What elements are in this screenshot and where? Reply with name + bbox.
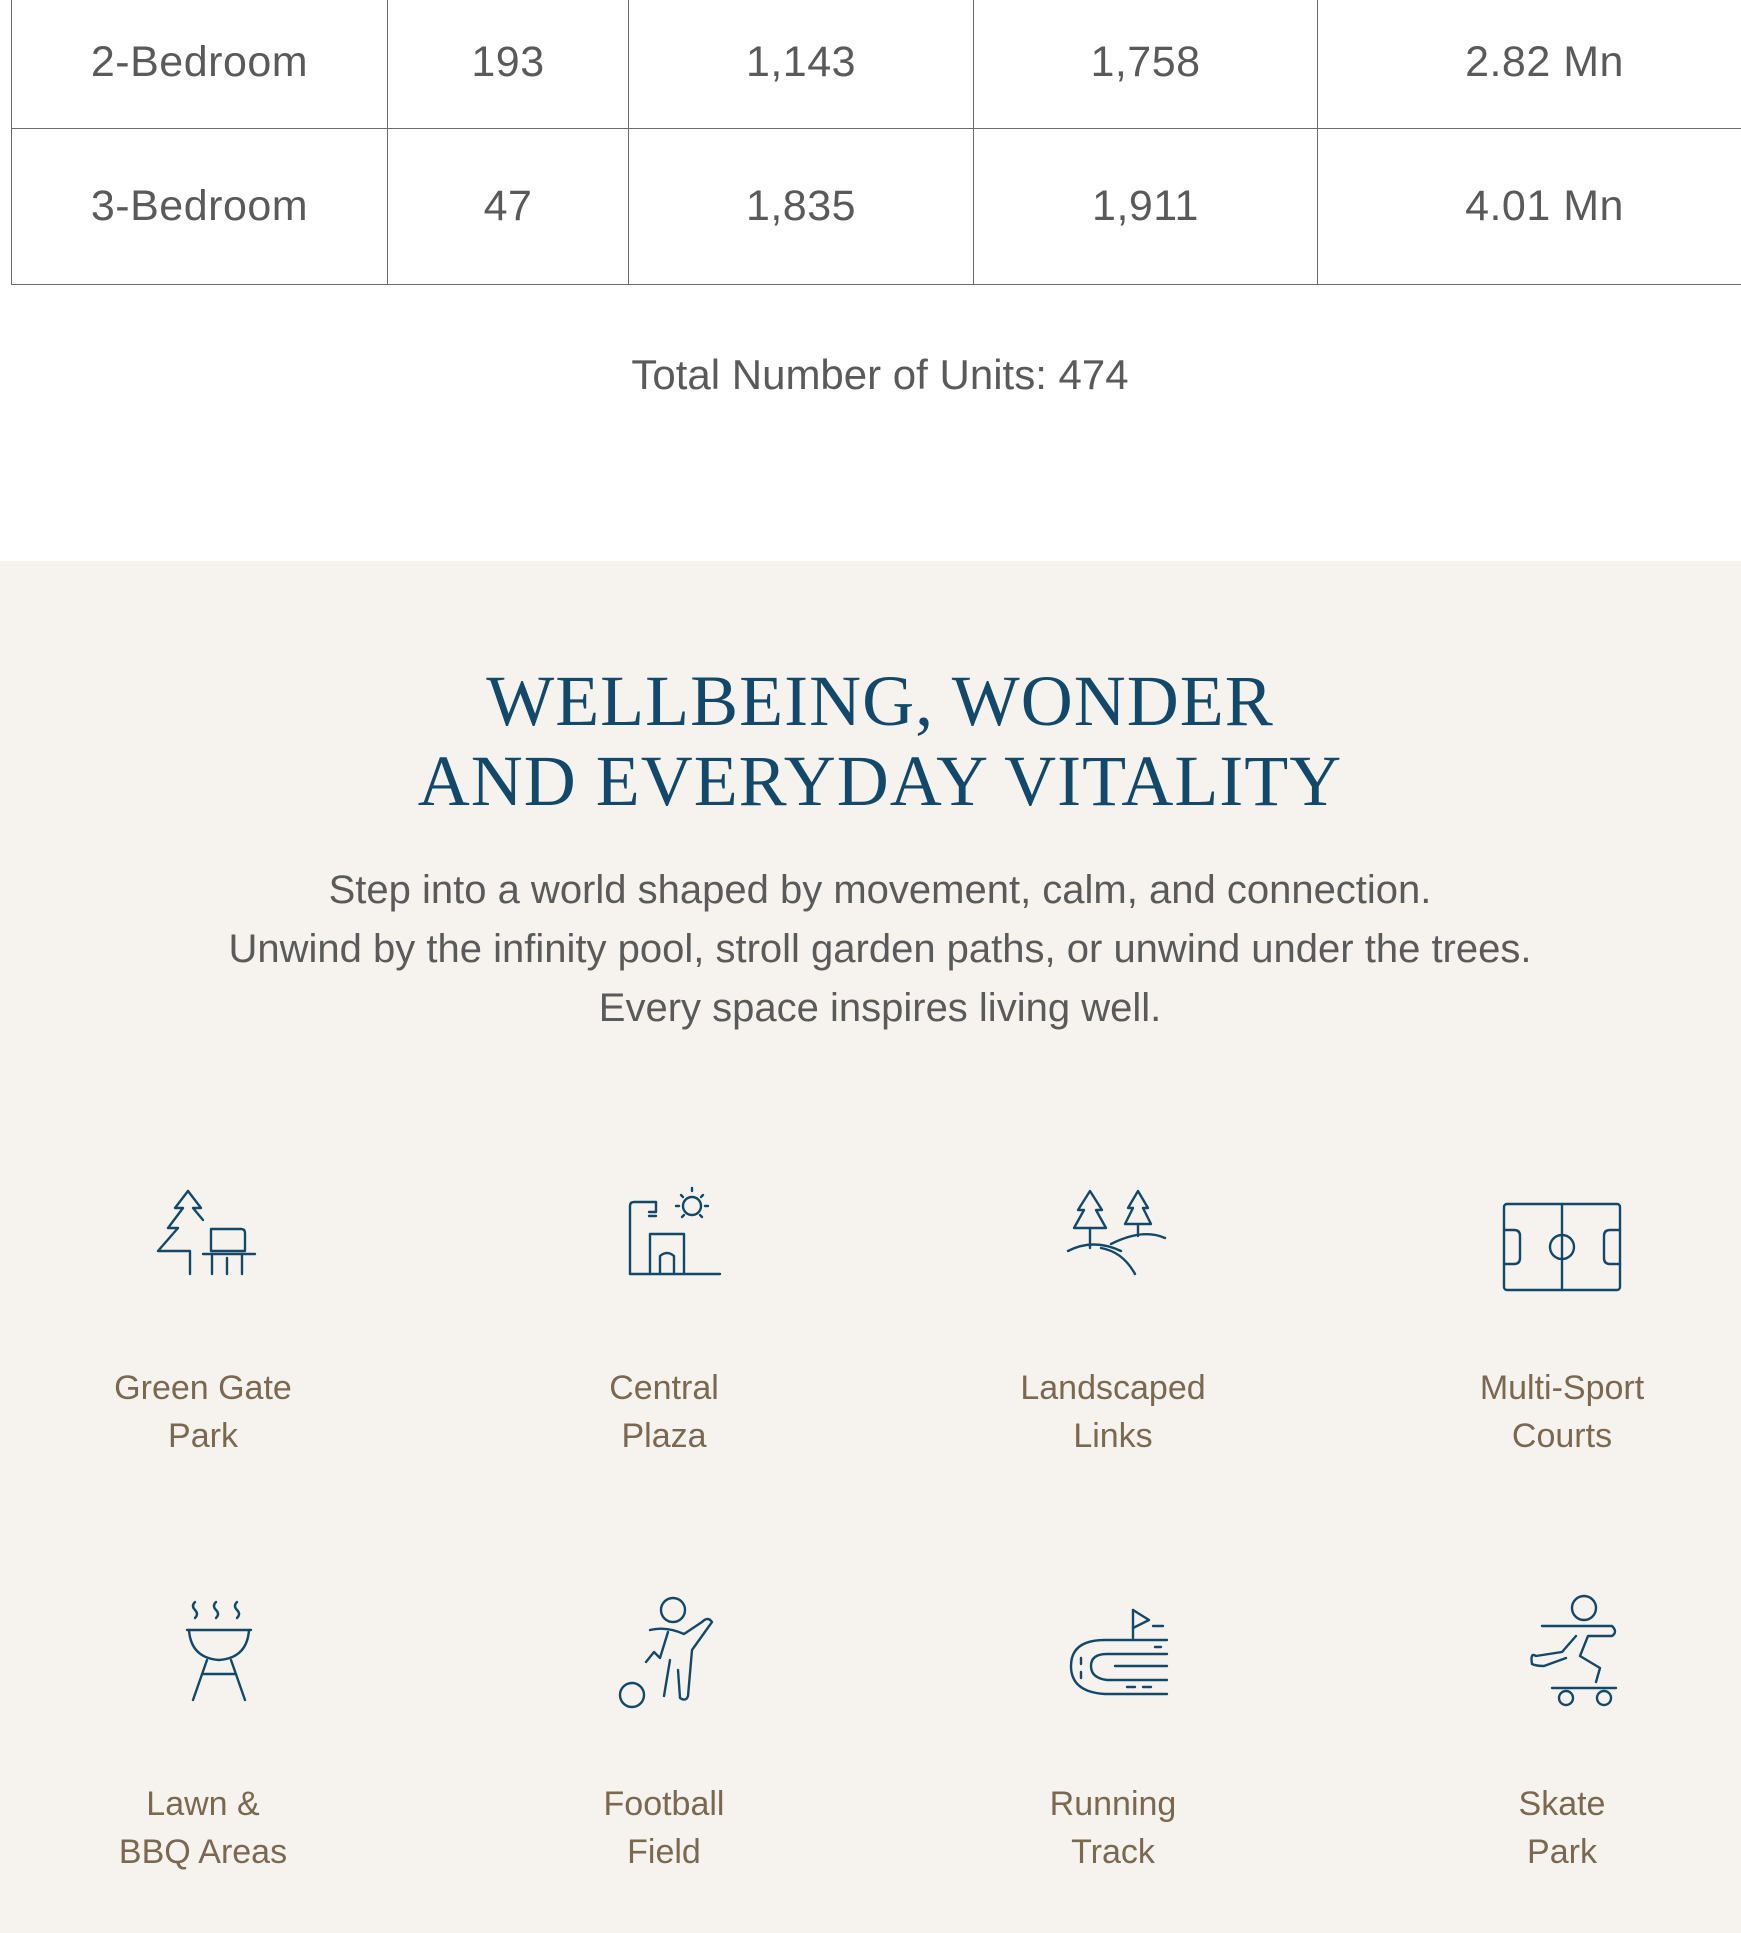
amenity-running-track: Running Track [963,1592,1263,1876]
amenity-label: Running Track [963,1780,1263,1876]
amenity-label-line: Lawn & [146,1785,260,1823]
skateboarder-icon [1492,1592,1632,1732]
amenities-section: WELLBEING, WONDER AND EVERYDAY VITALITY … [0,561,1741,1933]
table-row: 2-Bedroom 193 1,143 1,758 2.82 Mn [11,0,1741,129]
amenity-label: Lawn & BBQ Areas [53,1780,353,1876]
amenity-label-line: Skate [1518,1785,1606,1823]
section-intro: Step into a world shaped by movement, ca… [0,861,1741,1038]
amenity-lawn-bbq-areas: Lawn & BBQ Areas [53,1592,353,1876]
amenity-label-line: BBQ Areas [118,1833,288,1871]
table-row: 3-Bedroom 47 1,835 1,911 4.01 Mn [11,128,1741,285]
intro-line: Step into a world shaped by movement, ca… [328,868,1432,912]
amenity-label-line: Field [627,1833,701,1871]
price-cell: 4.01 Mn [1317,128,1741,285]
total-units-text: Total Number of Units: 474 [631,351,1129,398]
amenity-label-line: Green Gate [114,1369,292,1407]
amenity-label: Landscaped Links [963,1364,1263,1460]
section-title: WELLBEING, WONDER AND EVERYDAY VITALITY [0,661,1741,821]
amenity-label-line: Park [168,1417,238,1455]
football-player-icon [594,1592,734,1732]
amenity-label-line: Park [1527,1833,1597,1871]
max-size-cell: 1,758 [973,0,1318,129]
amenity-label-line: Central [609,1369,719,1407]
unit-type-cell: 2-Bedroom [11,0,388,129]
unit-table: 2-Bedroom 193 1,143 1,758 2.82 Mn 3-Bedr… [11,0,1741,285]
amenity-label-line: Track [1071,1833,1155,1871]
amenity-central-plaza: Central Plaza [514,1176,814,1460]
min-size-cell: 1,143 [628,0,974,129]
amenity-label-line: Multi-Sport [1479,1369,1645,1407]
amenity-label: Skate Park [1412,1780,1712,1876]
amenity-label-line: Landscaped [1020,1369,1206,1407]
amenity-label-line: Links [1073,1417,1153,1455]
amenity-label-line: Football [603,1785,725,1823]
amenity-label-line: Plaza [621,1417,707,1455]
amenity-skate-park: Skate Park [1412,1592,1712,1876]
amenity-multi-sport-courts: Multi-Sport Courts [1412,1176,1712,1460]
sport-court-icon [1492,1176,1632,1316]
bbq-grill-icon [133,1592,273,1732]
amenity-label: Football Field [514,1780,814,1876]
section-title-line: AND EVERYDAY VITALITY [417,741,1343,821]
min-size-cell: 1,835 [628,128,974,285]
unit-count-cell: 193 [387,0,629,129]
amenity-label: Multi-Sport Courts [1412,1364,1712,1460]
price-cell: 2.82 Mn [1317,0,1741,129]
amenity-label: Green Gate Park [53,1364,353,1460]
running-track-icon [1043,1592,1183,1732]
park-bench-icon [133,1176,273,1316]
max-size-cell: 1,911 [973,128,1318,285]
unit-count-cell: 47 [387,128,629,285]
unit-type-cell: 3-Bedroom [11,128,388,285]
intro-line: Unwind by the infinity pool, stroll gard… [228,927,1532,971]
amenity-label: Central Plaza [514,1364,814,1460]
amenity-green-gate-park: Green Gate Park [53,1176,353,1460]
amenity-landscaped-links: Landscaped Links [963,1176,1263,1460]
amenity-football-field: Football Field [514,1592,814,1876]
intro-line: Every space inspires living well. [598,986,1162,1030]
section-title-line: WELLBEING, WONDER [486,661,1274,741]
landscape-trees-icon [1043,1176,1183,1316]
plaza-icon [594,1176,734,1316]
amenity-label-line: Running [1049,1785,1177,1823]
amenity-label-line: Courts [1511,1417,1613,1455]
